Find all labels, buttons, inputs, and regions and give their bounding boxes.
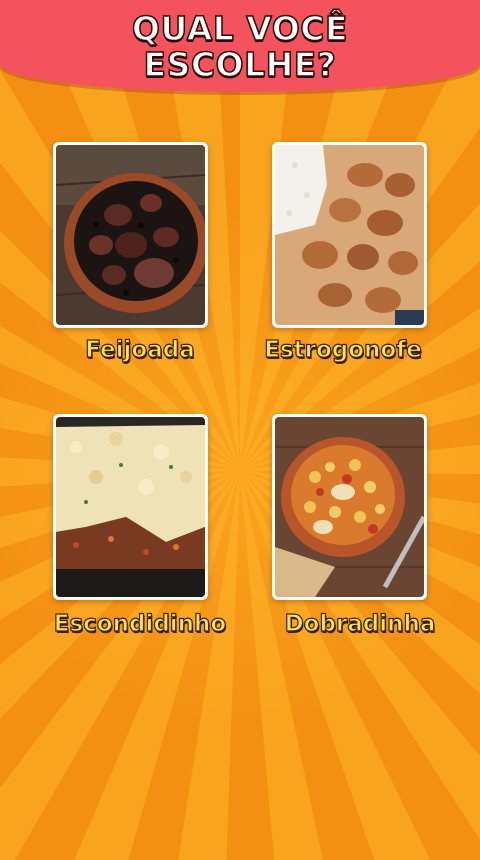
escondidinho-dish-image (56, 417, 205, 597)
page-title: QUAL VOCÊ ESCOLHE? (131, 9, 349, 84)
title-banner: QUAL VOCÊ ESCOLHE? (0, 0, 480, 92)
dobradinha-dish-image (275, 417, 424, 597)
feijoada-dish-image (56, 145, 205, 325)
option-label-estrogonofe[interactable]: Estrogonofe (233, 336, 453, 363)
option-label-escondidinho[interactable]: Escondidinho (30, 610, 250, 637)
title-line-1: QUAL VOCÊ (131, 9, 349, 48)
estrogonofe-dish-image (275, 145, 424, 325)
title-line-2: ESCOLHE? (143, 45, 337, 84)
option-card-dobradinha[interactable] (272, 414, 427, 600)
option-card-feijoada[interactable] (53, 142, 208, 328)
option-card-estrogonofe[interactable] (272, 142, 427, 328)
option-card-escondidinho[interactable] (53, 414, 208, 600)
option-label-dobradinha[interactable]: Dobradinha (250, 610, 470, 637)
option-label-feijoada[interactable]: Feijoada (30, 336, 250, 363)
